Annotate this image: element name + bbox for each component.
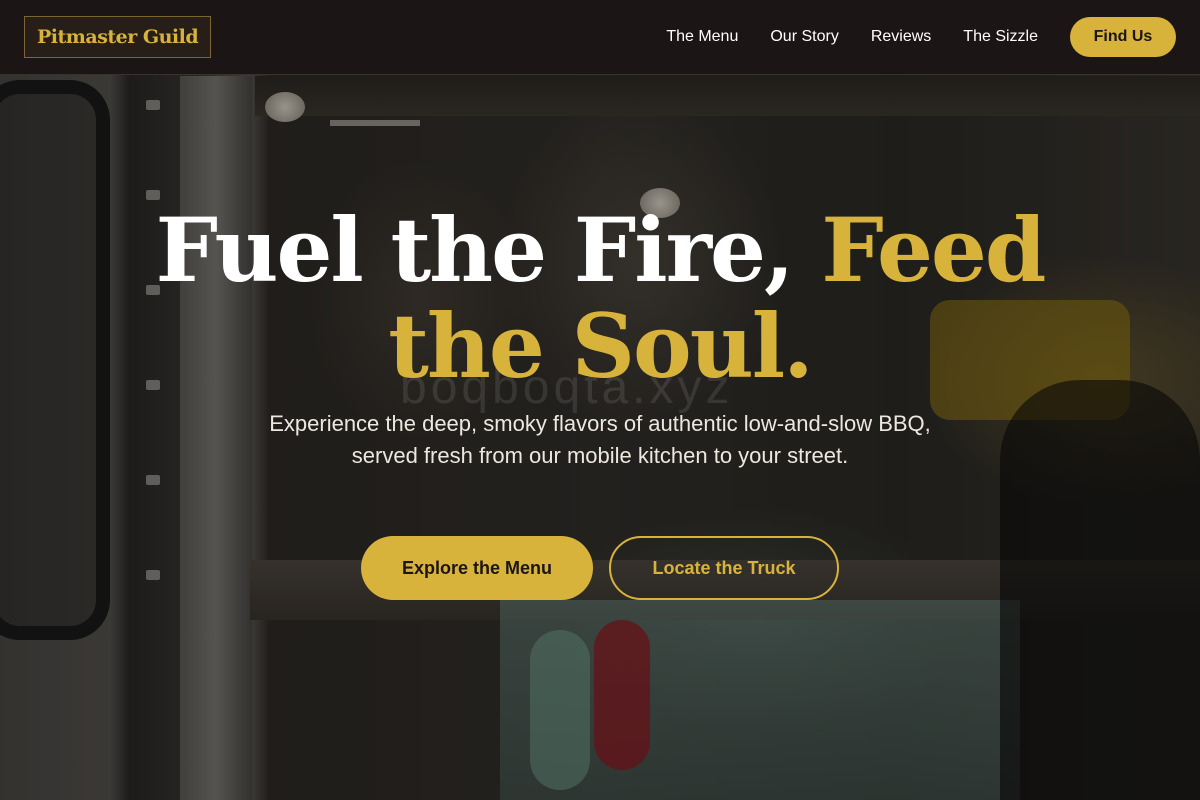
headline-white-part: Fuel the Fire,: [155, 198, 822, 302]
hero-subtitle: Experience the deep, smoky flavors of au…: [269, 411, 931, 468]
nav-link-reviews[interactable]: Reviews: [871, 28, 931, 46]
nav-link-our-story[interactable]: Our Story: [770, 28, 838, 46]
find-us-button[interactable]: Find Us: [1070, 17, 1176, 57]
nav-link-the-sizzle[interactable]: The Sizzle: [963, 28, 1038, 46]
brand-logo[interactable]: Pitmaster Guild: [24, 16, 212, 58]
locate-truck-button[interactable]: Locate the Truck: [609, 536, 839, 600]
explore-menu-button[interactable]: Explore the Menu: [361, 536, 593, 600]
hero-headline: Fuel the Fire, Feed the Soul.: [150, 202, 1050, 394]
top-navigation: Pitmaster Guild The Menu Our Story Revie…: [0, 0, 1200, 75]
hero-section: boqboqta.xyz Fuel the Fire, Feed the Sou…: [0, 0, 1200, 800]
nav-link-menu[interactable]: The Menu: [666, 28, 738, 46]
nav-links: The Menu Our Story Reviews The Sizzle Fi…: [634, 17, 1176, 57]
